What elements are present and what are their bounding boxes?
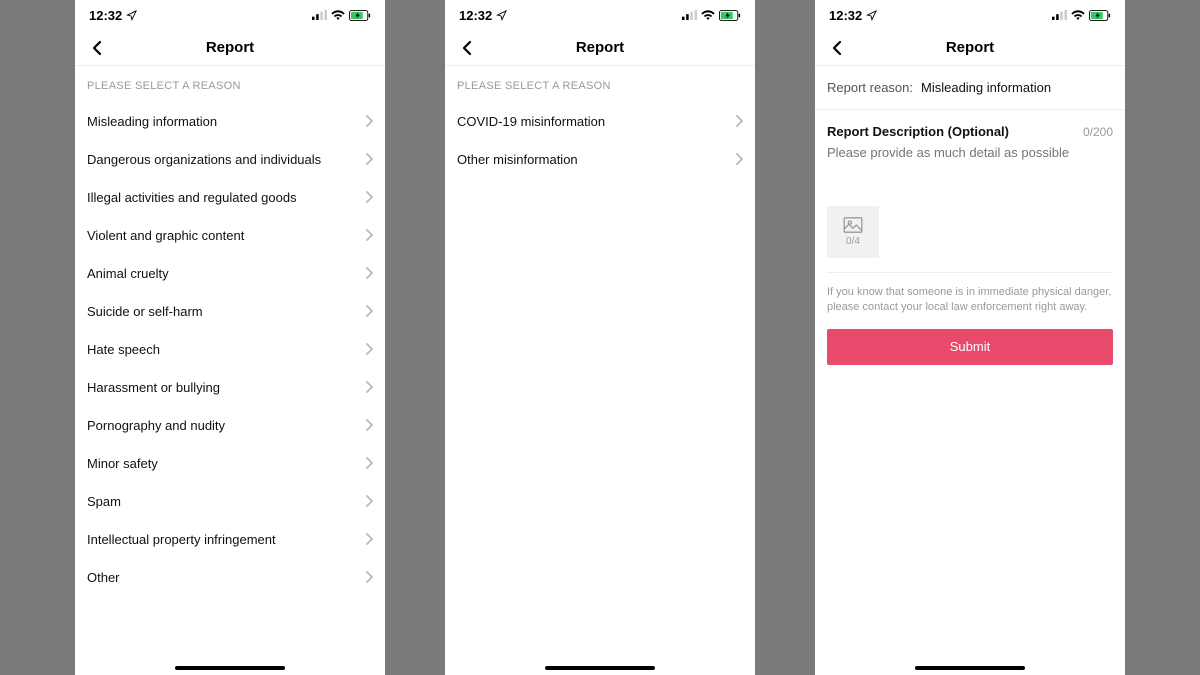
chevron-left-icon bbox=[462, 40, 472, 56]
image-upload-button[interactable]: 0/4 bbox=[827, 206, 879, 258]
chevron-right-icon bbox=[365, 495, 373, 507]
status-time: 12:32 bbox=[829, 8, 862, 23]
chevron-right-icon bbox=[365, 457, 373, 469]
chevron-right-icon bbox=[735, 115, 743, 127]
wifi-icon bbox=[701, 10, 715, 20]
cellular-icon bbox=[312, 10, 327, 20]
description-title: Report Description (Optional) bbox=[827, 124, 1009, 139]
list-item-label: Intellectual property infringement bbox=[87, 532, 276, 547]
list-item[interactable]: Minor safety bbox=[75, 444, 385, 482]
submit-button[interactable]: Submit bbox=[827, 329, 1113, 365]
wifi-icon bbox=[331, 10, 345, 20]
list-item[interactable]: Dangerous organizations and individuals bbox=[75, 140, 385, 178]
list-item-label: Minor safety bbox=[87, 456, 158, 471]
list-item[interactable]: Other misinformation bbox=[445, 140, 755, 178]
list-item-label: Other bbox=[87, 570, 120, 585]
report-reason-value: Misleading information bbox=[921, 80, 1051, 95]
home-indicator[interactable] bbox=[545, 666, 655, 670]
location-icon bbox=[866, 10, 877, 21]
char-count: 0/200 bbox=[1083, 125, 1113, 139]
list-item[interactable]: Misleading information bbox=[75, 102, 385, 140]
list-item-label: Dangerous organizations and individuals bbox=[87, 152, 321, 167]
image-icon bbox=[843, 217, 863, 233]
description-input[interactable] bbox=[827, 145, 1113, 185]
chevron-right-icon bbox=[365, 343, 373, 355]
list-item[interactable]: Violent and graphic content bbox=[75, 216, 385, 254]
nav-title: Report bbox=[576, 39, 624, 56]
list-item-label: Hate speech bbox=[87, 342, 160, 357]
list-item-label: Misleading information bbox=[87, 114, 217, 129]
list-item-label: Pornography and nudity bbox=[87, 418, 225, 433]
location-icon bbox=[126, 10, 137, 21]
location-icon bbox=[496, 10, 507, 21]
battery-icon bbox=[719, 10, 741, 21]
back-button[interactable] bbox=[85, 36, 109, 60]
chevron-right-icon bbox=[365, 229, 373, 241]
chevron-right-icon bbox=[365, 267, 373, 279]
chevron-right-icon bbox=[365, 153, 373, 165]
chevron-right-icon bbox=[735, 153, 743, 165]
nav-bar: Report bbox=[75, 30, 385, 66]
list-item[interactable]: Animal cruelty bbox=[75, 254, 385, 292]
section-header: PLEASE SELECT A REASON bbox=[445, 66, 755, 102]
home-indicator[interactable] bbox=[915, 666, 1025, 670]
list-item[interactable]: Harassment or bullying bbox=[75, 368, 385, 406]
list-item-label: Harassment or bullying bbox=[87, 380, 220, 395]
reason-list: Misleading information Dangerous organiza… bbox=[75, 102, 385, 596]
list-item[interactable]: Other bbox=[75, 558, 385, 596]
report-reason-row: Report reason: Misleading information bbox=[815, 66, 1125, 110]
list-item[interactable]: Suicide or self-harm bbox=[75, 292, 385, 330]
chevron-right-icon bbox=[365, 191, 373, 203]
list-item-label: Violent and graphic content bbox=[87, 228, 244, 243]
chevron-left-icon bbox=[832, 40, 842, 56]
wifi-icon bbox=[1071, 10, 1085, 20]
phone-screen-1: 12:32 Report PLEASE SELECT A REASON Misl… bbox=[75, 0, 385, 675]
status-bar: 12:32 bbox=[75, 0, 385, 30]
reason-list: COVID-19 misinformation Other misinformat… bbox=[445, 102, 755, 178]
home-indicator[interactable] bbox=[175, 666, 285, 670]
nav-bar: Report bbox=[815, 30, 1125, 66]
list-item[interactable]: Spam bbox=[75, 482, 385, 520]
status-time: 12:32 bbox=[459, 8, 492, 23]
list-item[interactable]: Pornography and nudity bbox=[75, 406, 385, 444]
list-item[interactable]: Illegal activities and regulated goods bbox=[75, 178, 385, 216]
chevron-right-icon bbox=[365, 571, 373, 583]
status-bar: 12:32 bbox=[815, 0, 1125, 30]
back-button[interactable] bbox=[455, 36, 479, 60]
chevron-right-icon bbox=[365, 115, 373, 127]
nav-bar: Report bbox=[445, 30, 755, 66]
cellular-icon bbox=[682, 10, 697, 20]
disclaimer-text: If you know that someone is in immediate… bbox=[815, 273, 1125, 329]
list-item-label: Other misinformation bbox=[457, 152, 578, 167]
upload-count: 0/4 bbox=[846, 236, 860, 247]
chevron-right-icon bbox=[365, 533, 373, 545]
phone-screen-3: 12:32 Report Report reason: Misleading i… bbox=[815, 0, 1125, 675]
chevron-right-icon bbox=[365, 305, 373, 317]
list-item-label: Illegal activities and regulated goods bbox=[87, 190, 297, 205]
chevron-right-icon bbox=[365, 419, 373, 431]
status-bar: 12:32 bbox=[445, 0, 755, 30]
nav-title: Report bbox=[206, 39, 254, 56]
report-reason-label: Report reason: bbox=[827, 80, 913, 95]
section-header: PLEASE SELECT A REASON bbox=[75, 66, 385, 102]
list-item-label: Animal cruelty bbox=[87, 266, 169, 281]
phone-screen-2: 12:32 Report PLEASE SELECT A REASON COVI… bbox=[445, 0, 755, 675]
list-item-label: Spam bbox=[87, 494, 121, 509]
status-time: 12:32 bbox=[89, 8, 122, 23]
battery-icon bbox=[349, 10, 371, 21]
description-header: Report Description (Optional) 0/200 bbox=[815, 110, 1125, 145]
battery-icon bbox=[1089, 10, 1111, 21]
nav-title: Report bbox=[946, 39, 994, 56]
list-item[interactable]: Hate speech bbox=[75, 330, 385, 368]
list-item[interactable]: Intellectual property infringement bbox=[75, 520, 385, 558]
cellular-icon bbox=[1052, 10, 1067, 20]
chevron-left-icon bbox=[92, 40, 102, 56]
list-item[interactable]: COVID-19 misinformation bbox=[445, 102, 755, 140]
list-item-label: Suicide or self-harm bbox=[87, 304, 203, 319]
list-item-label: COVID-19 misinformation bbox=[457, 114, 605, 129]
chevron-right-icon bbox=[365, 381, 373, 393]
back-button[interactable] bbox=[825, 36, 849, 60]
